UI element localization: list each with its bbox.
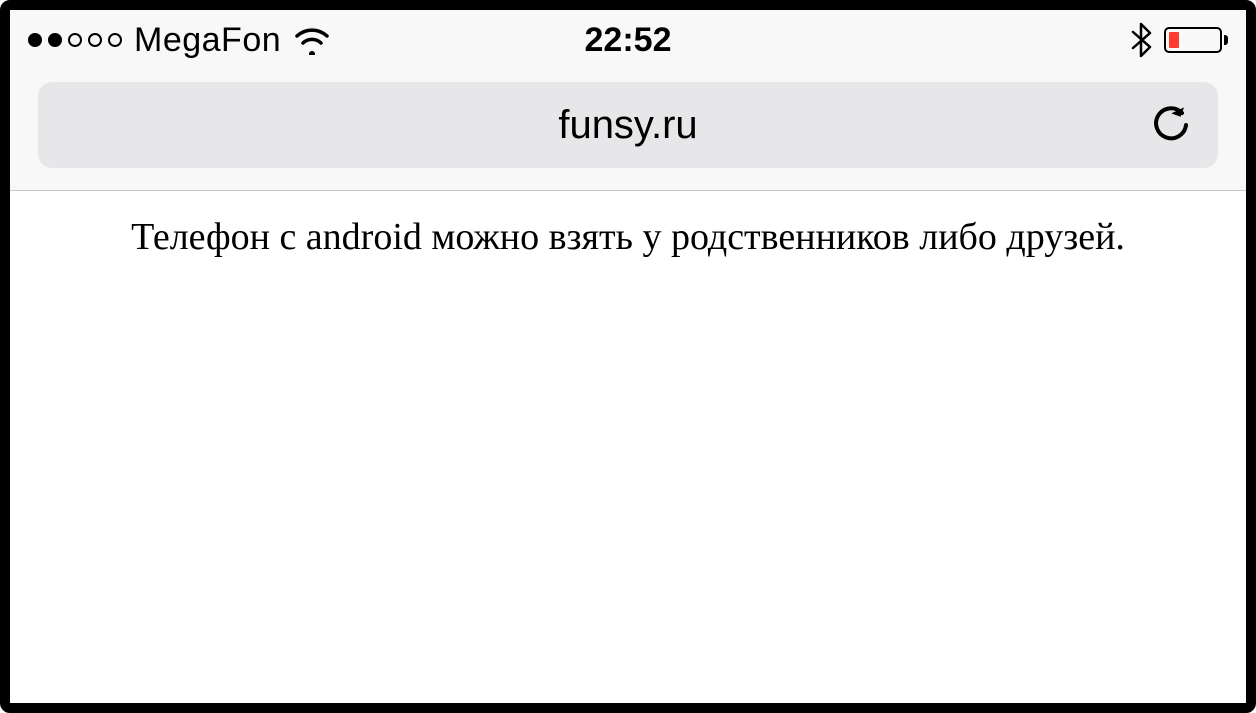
page-content[interactable]: Телефон с android можно взять у родствен…	[10, 191, 1246, 703]
reload-icon	[1152, 105, 1192, 145]
browser-toolbar: funsy.ru	[10, 70, 1246, 191]
status-right	[1130, 22, 1228, 58]
cellular-signal-icon	[28, 33, 122, 47]
address-bar[interactable]: funsy.ru	[38, 82, 1218, 168]
wifi-icon	[293, 25, 331, 55]
status-bar: MegaFon 22:52	[10, 10, 1246, 70]
clock: 22:52	[585, 21, 672, 60]
carrier-label: MegaFon	[134, 21, 281, 60]
bluetooth-icon	[1130, 22, 1152, 58]
body-text: Телефон с android можно взять у родствен…	[10, 215, 1246, 259]
address-url: funsy.ru	[558, 103, 697, 148]
status-left: MegaFon	[28, 21, 331, 60]
reload-button[interactable]	[1150, 103, 1194, 147]
device-frame: MegaFon 22:52 funsy.r	[0, 0, 1256, 713]
battery-icon	[1164, 27, 1228, 53]
